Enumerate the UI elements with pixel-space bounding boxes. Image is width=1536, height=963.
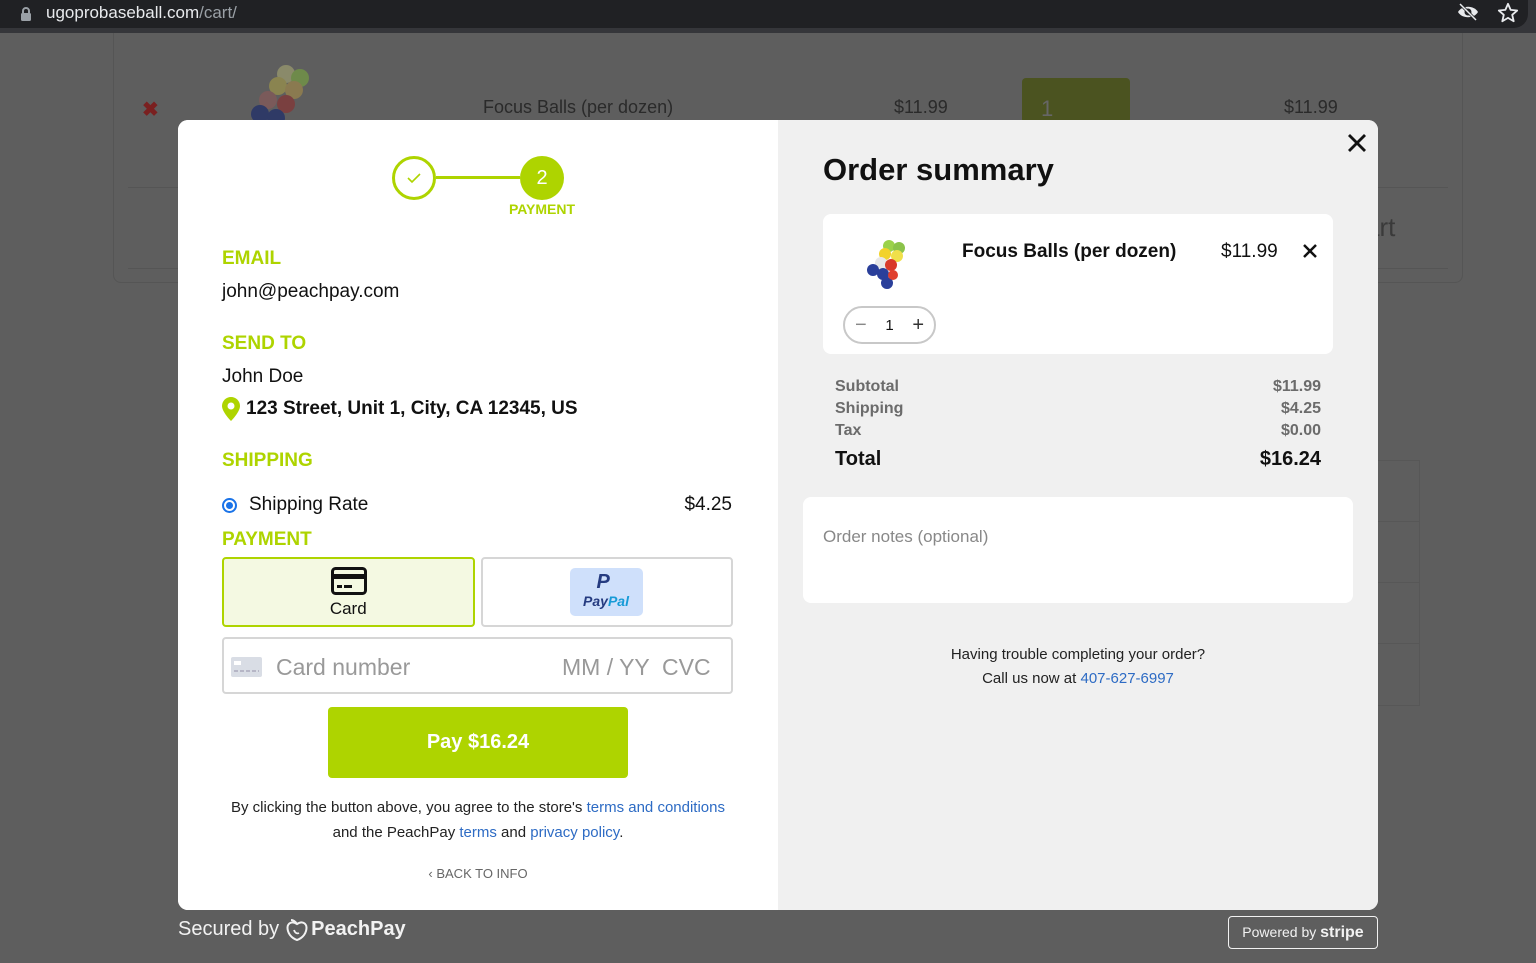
cart-item-price: $11.99	[1221, 241, 1278, 262]
eye-off-icon[interactable]	[1457, 3, 1479, 21]
recipient-name: John Doe	[222, 366, 304, 387]
total-label: Total	[835, 448, 882, 470]
legal-text: .	[619, 824, 624, 841]
legal-text: and	[496, 824, 531, 841]
checkout-modal: 2 PAYMENT EMAIL john@peachpay.com SEND T…	[178, 120, 1378, 910]
card-expiry-field[interactable]: MM / YY	[562, 654, 650, 681]
shipping-radio[interactable]	[222, 497, 237, 513]
call-line: Call us now at 407-627-6997	[778, 667, 1378, 691]
payment-label: PAYMENT	[222, 529, 312, 550]
product-image	[867, 240, 905, 289]
legal-notice: By clicking the button above, you agree …	[230, 795, 726, 845]
paypal-wordmark: PayPal	[583, 593, 629, 609]
step-payment-current: 2	[520, 156, 564, 200]
star-icon[interactable]	[1497, 2, 1519, 24]
back-to-info-link[interactable]: ‹ BACK TO INFO	[178, 866, 778, 881]
legal-text: By clicking the button above, you agree …	[231, 799, 587, 816]
subtotal-row: Subtotal $11.99	[835, 376, 1321, 398]
url-text: ugoprobaseball.com/cart/	[46, 3, 237, 23]
order-summary-pane: Order summary Focus Balls (per dozen) $1…	[778, 120, 1378, 910]
step-payment-label: PAYMENT	[508, 201, 576, 217]
payment-method-card[interactable]: Card	[222, 557, 475, 627]
card-cvc-field[interactable]: CVC	[662, 654, 711, 681]
payment-methods: Card P PayPal	[222, 557, 733, 627]
generic-card-icon	[231, 657, 262, 677]
help-notice: Having trouble completing your order? Ca…	[778, 643, 1378, 691]
call-text: Call us now at	[982, 670, 1081, 687]
address-text: 123 Street, Unit 1, City, CA 12345, US	[246, 398, 578, 419]
url-path: /cart/	[199, 3, 237, 22]
peachpay-logo: PeachPay	[285, 918, 406, 941]
checkmark-icon	[407, 173, 421, 184]
payment-pane: 2 PAYMENT EMAIL john@peachpay.com SEND T…	[178, 120, 778, 910]
quantity-value[interactable]: 1	[885, 317, 893, 334]
background-remove-icon: ✖	[142, 99, 159, 121]
remove-item-icon[interactable]	[1301, 242, 1319, 260]
payment-method-card-label: Card	[329, 599, 367, 618]
shipping-option-label: Shipping Rate	[249, 494, 369, 515]
url-domain: ugoprobaseball.com	[46, 3, 200, 22]
credit-card-icon	[331, 567, 367, 595]
legal-text: and the PeachPay	[332, 824, 460, 841]
cart-item: Focus Balls (per dozen) $11.99 − 1 +	[823, 214, 1333, 354]
background-cart-totals	[1378, 460, 1420, 706]
address-bar[interactable]: ugoprobaseball.com/cart/	[0, 0, 1528, 28]
background-quantity-input: 1	[1022, 78, 1130, 123]
store-terms-link[interactable]: terms and conditions	[587, 799, 725, 816]
lock-icon	[21, 7, 31, 21]
back-to-info-label: BACK TO INFO	[436, 866, 528, 881]
step-info-complete[interactable]	[392, 156, 436, 200]
quantity-decrease-button[interactable]: −	[855, 315, 867, 335]
shipping-cost-label: Shipping	[835, 400, 904, 417]
shipping-address: 123 Street, Unit 1, City, CA 12345, US	[222, 397, 578, 421]
card-number-field[interactable]: Card number	[276, 654, 410, 681]
background-product-image	[251, 65, 309, 120]
peachpay-wordmark: PeachPay	[311, 918, 406, 940]
payment-method-paypal[interactable]: P PayPal	[480, 557, 733, 627]
shipping-label: SHIPPING	[222, 450, 313, 471]
browser-bar: ugoprobaseball.com/cart/	[0, 0, 1536, 33]
background-quantity-value: 1	[1041, 96, 1054, 121]
secured-by-text: Secured by	[178, 918, 280, 940]
send-to-label: SEND TO	[222, 333, 307, 354]
help-text: Having trouble completing your order?	[950, 646, 1206, 663]
tax-label: Tax	[835, 422, 862, 439]
shipping-row: Shipping $4.25	[835, 398, 1321, 420]
close-icon[interactable]	[1344, 130, 1370, 156]
stripe-logo: stripe	[1320, 924, 1364, 941]
step-connector	[436, 176, 520, 179]
tax-value: $0.00	[1280, 422, 1321, 439]
pay-button[interactable]: Pay $16.24	[328, 707, 628, 778]
cart-item-name: Focus Balls (per dozen)	[962, 241, 1177, 262]
order-summary-title: Order summary	[823, 152, 1054, 187]
tax-row: Tax $0.00	[835, 420, 1321, 442]
peach-icon	[286, 918, 308, 941]
total-value: $16.24	[1259, 448, 1321, 470]
background-product-name: Focus Balls (per dozen)	[483, 97, 674, 117]
peachpay-terms-link[interactable]: terms	[459, 824, 497, 841]
quantity-increase-button[interactable]: +	[912, 315, 924, 335]
subtotal-label: Subtotal	[835, 378, 899, 395]
email-value: john@peachpay.com	[222, 281, 400, 302]
powered-by-text: Powered by	[1242, 924, 1317, 940]
email-label: EMAIL	[222, 248, 282, 269]
quantity-stepper: − 1 +	[843, 306, 936, 344]
total-row: Total $16.24	[835, 448, 1321, 470]
subtotal-value: $11.99	[1272, 378, 1321, 395]
background-product-price: $11.99	[894, 97, 948, 117]
paypal-logo: P PayPal	[569, 568, 643, 616]
phone-link[interactable]: 407-627-6997	[1080, 670, 1173, 687]
powered-by-stripe-badge[interactable]: Powered by stripe	[1228, 916, 1378, 949]
location-pin-icon	[222, 397, 240, 421]
order-notes-input[interactable]	[803, 497, 1353, 603]
card-details-input[interactable]: Card number MM / YY CVC	[222, 637, 733, 694]
shipping-option[interactable]: Shipping Rate $4.25	[222, 492, 732, 518]
shipping-option-price: $4.25	[684, 494, 732, 515]
order-totals: Subtotal $11.99 Shipping $4.25 Tax $0.00 To…	[835, 376, 1321, 470]
secured-by-peachpay: Secured by PeachPay	[178, 918, 406, 941]
shipping-cost-value: $4.25	[1280, 400, 1321, 417]
paypal-p-icon: P	[596, 571, 610, 593]
privacy-policy-link[interactable]: privacy policy	[530, 824, 619, 841]
background-product-subtotal: $11.99	[1284, 97, 1338, 117]
